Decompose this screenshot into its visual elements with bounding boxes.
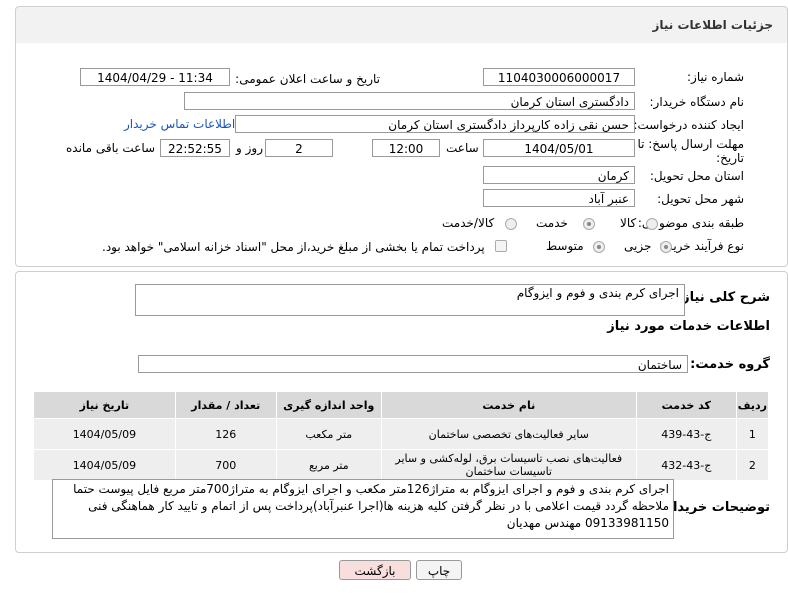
services-section-title: اطلاعات خدمات مورد نیاز <box>607 319 770 334</box>
summary-label: شرح کلی نیاز: <box>676 290 770 305</box>
services-table: ردیف کد خدمت نام خدمت واحد اندازه گیری ت… <box>33 391 770 481</box>
cell-unit: متر مکعب <box>275 418 382 450</box>
remaining-time-field: 22:52:55 <box>160 139 230 157</box>
category-service-radio[interactable] <box>583 218 595 230</box>
service-group-label: گروه خدمت: <box>690 357 770 372</box>
services-table-header: ردیف کد خدمت نام خدمت واحد اندازه گیری ت… <box>33 391 770 419</box>
print-button[interactable]: چاپ <box>416 560 462 580</box>
province-field: کرمان <box>483 166 635 184</box>
cell-service-name: فعالیت‌های نصب تاسیسات برق، لوله‌کشی و س… <box>380 449 637 481</box>
cell-need-date: 1404/05/09 <box>33 449 176 481</box>
table-row: 1 ج-43-439 سایر فعالیت‌های تخصصی ساختمان… <box>33 418 770 450</box>
cell-quantity: 126 <box>174 418 277 450</box>
deadline-time-label: ساعت <box>446 141 479 155</box>
creator-field: حسن نقی زاده کارپرداز دادگستری استان کرم… <box>235 115 635 133</box>
category-goods-service-label: کالا/خدمت <box>442 216 495 230</box>
category-goods-radio[interactable] <box>646 218 658 230</box>
process-minor-label: جزیی <box>624 239 652 253</box>
need-number-label: شماره نیاز: <box>687 70 744 84</box>
table-row: 2 ج-43-432 فعالیت‌های نصب تاسیسات برق، ل… <box>33 449 770 481</box>
city-field: عنبر آباد <box>483 189 635 207</box>
days-field: 2 <box>265 139 333 157</box>
col-unit: واحد اندازه گیری <box>275 391 382 419</box>
deadline-label-line2: تاریخ: <box>716 151 744 165</box>
cell-service-code: ج-43-439 <box>635 418 737 450</box>
creator-label: ایجاد کننده درخواست: <box>633 118 744 132</box>
back-button[interactable]: بازگشت <box>339 560 411 580</box>
announce-label: تاریخ و ساعت اعلان عمومی: <box>235 72 380 86</box>
category-goods-label: کالا <box>620 216 637 230</box>
cell-quantity: 700 <box>174 449 277 481</box>
col-row: ردیف <box>735 391 770 419</box>
buyer-org-field: دادگستری استان کرمان <box>184 92 635 110</box>
province-label: استان محل تحویل: <box>649 169 744 183</box>
col-quantity: تعداد / مقدار <box>174 391 277 419</box>
summary-field: اجرای کرم بندی و فوم و ایزوگام <box>135 284 685 316</box>
buyer-notes-field: اجرای کرم بندی و فوم و اجرای ایزوگام به … <box>52 479 674 539</box>
need-number-field: 1104030006000017 <box>483 68 635 86</box>
page-title: جزئیات اطلاعات نیاز <box>652 18 773 32</box>
treasury-payment-note: پرداخت تمام یا بخشی از مبلغ خرید،از محل … <box>102 240 485 254</box>
city-label: شهر محل تحویل: <box>657 192 744 206</box>
treasury-payment-checkbox[interactable] <box>495 240 507 252</box>
process-medium-label: متوسط <box>546 239 584 253</box>
buyer-org-label: نام دستگاه خریدار: <box>649 95 745 109</box>
category-service-label: خدمت <box>536 216 568 230</box>
days-label: روز و <box>236 141 263 155</box>
contact-buyer-link[interactable]: اطلاعات تماس خریدار <box>124 117 235 131</box>
buyer-notes-label: توضیحات خریدار: <box>660 500 770 515</box>
cell-need-date: 1404/05/09 <box>33 418 176 450</box>
deadline-time-field: 12:00 <box>372 139 440 157</box>
deadline-label: مهلت ارسال پاسخ: تا <box>637 137 744 151</box>
col-need-date: تاریخ نیاز <box>33 391 176 419</box>
cell-unit: متر مربع <box>275 449 382 481</box>
category-goods-service-radio[interactable] <box>505 218 517 230</box>
col-service-code: کد خدمت <box>635 391 737 419</box>
cell-row: 1 <box>735 418 770 450</box>
cell-row: 2 <box>735 449 770 481</box>
service-group-field: ساختمان <box>138 355 688 373</box>
process-medium-radio[interactable] <box>593 241 605 253</box>
col-service-name: نام خدمت <box>380 391 637 419</box>
cell-service-name: سایر فعالیت‌های تخصصی ساختمان <box>380 418 637 450</box>
header-bar: جزئیات اطلاعات نیاز <box>15 6 788 45</box>
process-minor-radio[interactable] <box>660 241 672 253</box>
announce-field: 1404/04/29 - 11:34 <box>80 68 230 86</box>
deadline-date-field: 1404/05/01 <box>483 139 635 157</box>
cell-service-code: ج-43-432 <box>635 449 737 481</box>
remaining-label: ساعت باقی مانده <box>66 141 156 155</box>
